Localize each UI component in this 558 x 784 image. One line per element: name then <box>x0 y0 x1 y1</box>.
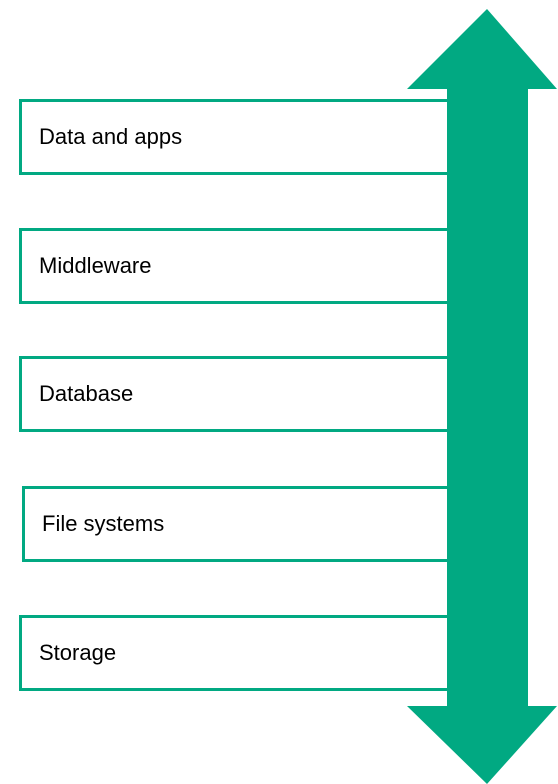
arrow-shape <box>407 9 557 784</box>
double-headed-vertical-arrow-icon <box>407 9 557 784</box>
stack-diagram: Data and apps Middleware Database File s… <box>0 0 558 784</box>
